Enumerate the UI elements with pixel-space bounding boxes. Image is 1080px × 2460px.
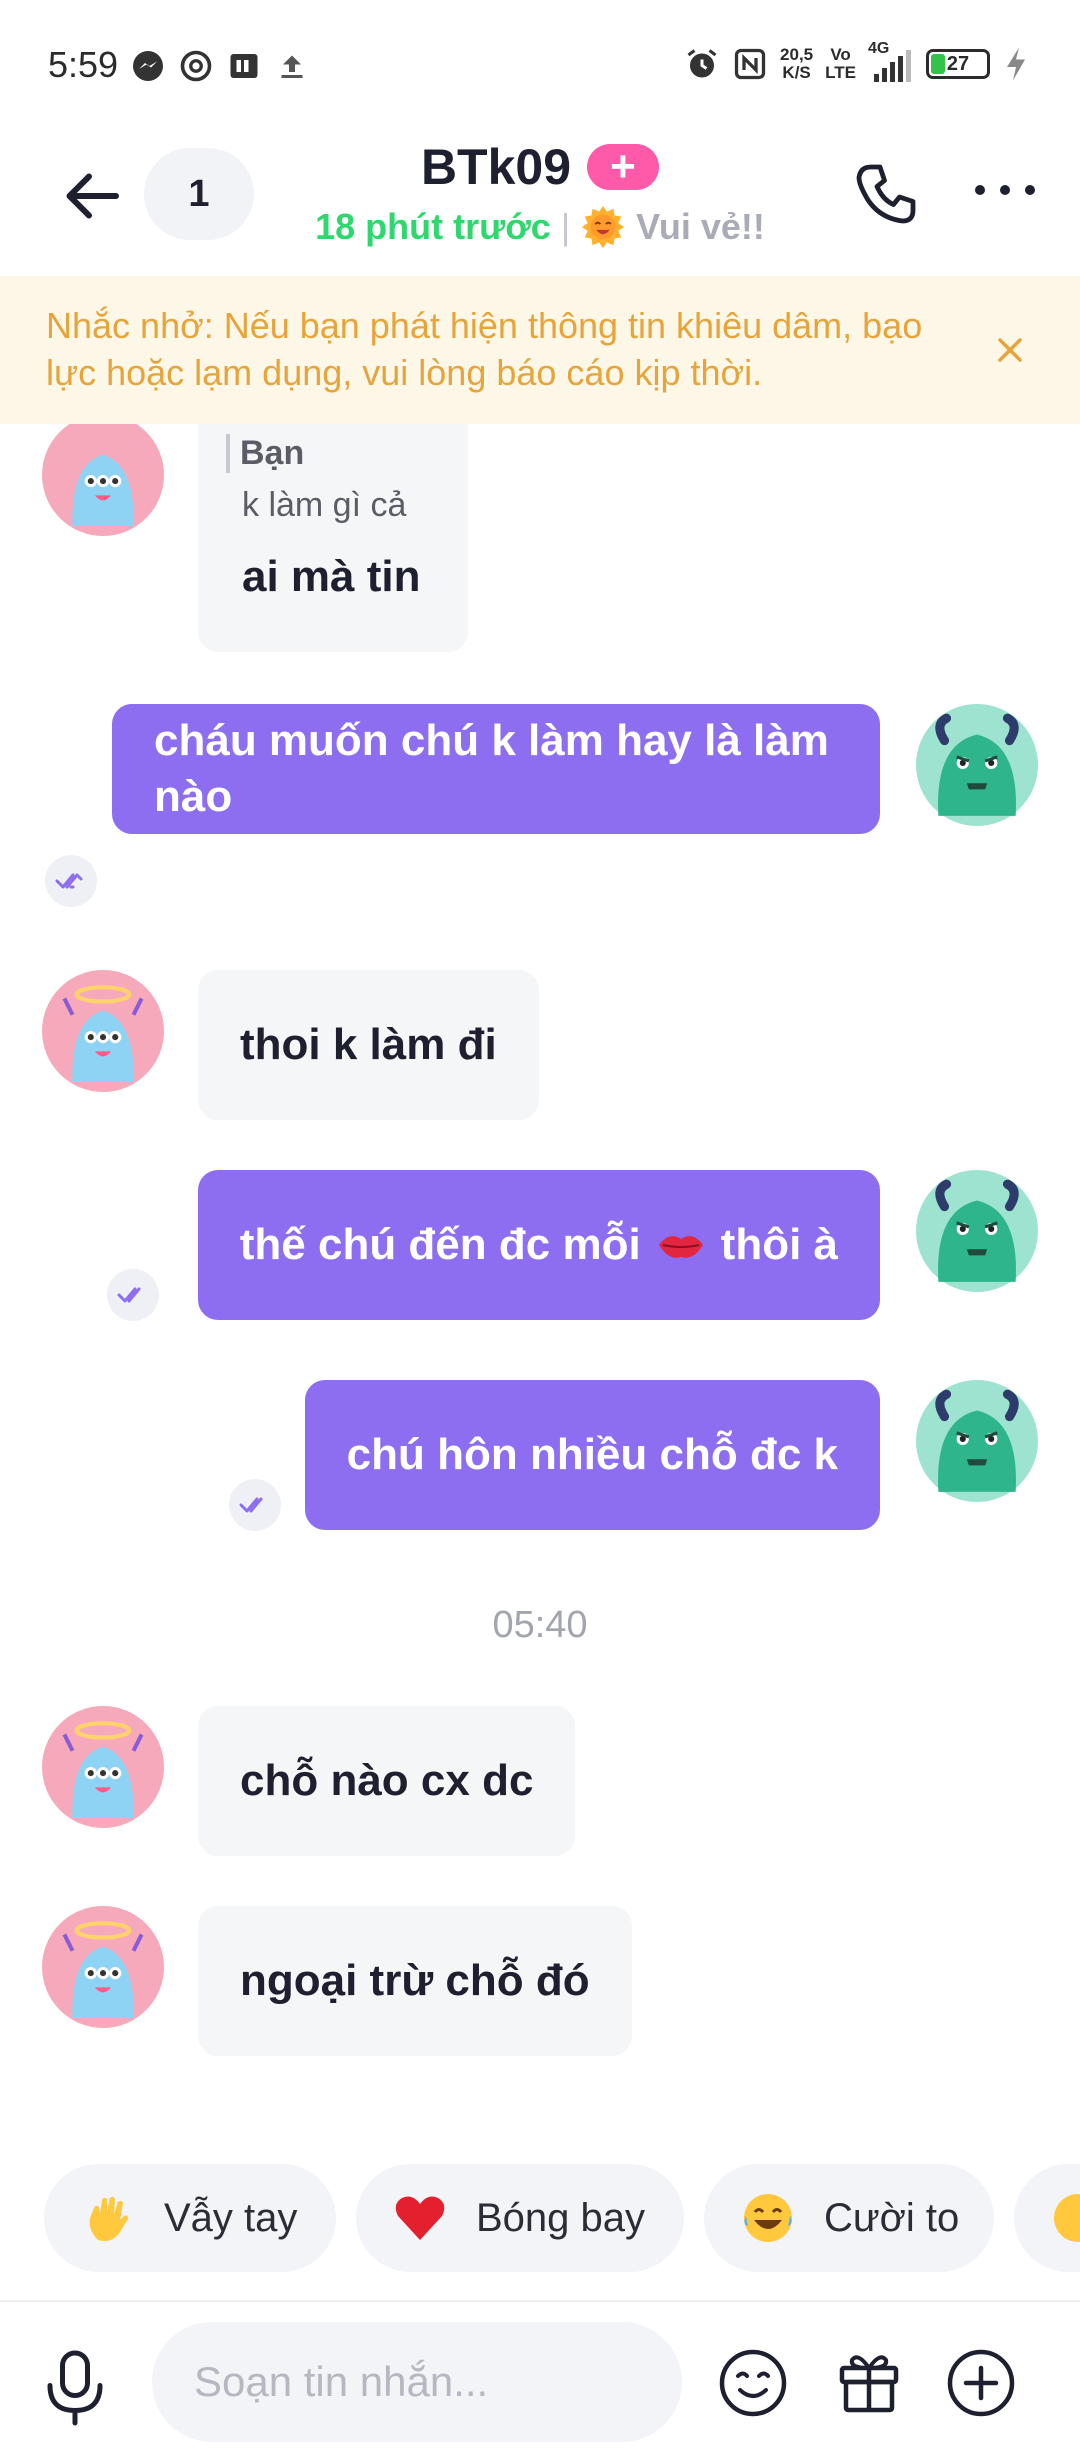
quick-reaction-chip[interactable]: Bóng bay xyxy=(356,2164,684,2272)
volte-bottom: LTE xyxy=(825,63,856,82)
message-composer xyxy=(0,2300,1080,2460)
message-text: ngoại trừ chỗ đó xyxy=(240,1956,590,2005)
net-speed-unit: K/S xyxy=(782,63,811,82)
alarm-icon xyxy=(687,49,717,78)
quoted-text: k làm gì cả xyxy=(242,486,407,524)
outgoing-message[interactable]: thế chú đến đc mỗi thôi à xyxy=(197,1170,880,1320)
net-speed-value: 20,5 xyxy=(780,45,814,64)
waving-hand-icon xyxy=(89,2196,128,2241)
outgoing-message[interactable]: cháu muốn chú k làm hay là làm nào xyxy=(112,704,880,834)
close-icon[interactable] xyxy=(980,320,1040,380)
chat-title[interactable]: BTk09 xyxy=(421,138,571,196)
microphone-icon[interactable] xyxy=(40,2348,110,2428)
contact-avatar[interactable] xyxy=(42,1906,164,2028)
quick-reaction-chip[interactable]: Vẫy tay xyxy=(44,2164,336,2272)
chip-label: Bóng bay xyxy=(476,2195,646,2240)
app-icon xyxy=(230,54,258,78)
incoming-quoted-message[interactable]: Bạn k làm gì cả ai mà tin xyxy=(198,424,468,652)
message-list[interactable]: Bạn k làm gì cả ai mà tin cháu muốn chú … xyxy=(0,424,1080,2124)
incoming-message[interactable]: thoi k làm đi xyxy=(198,970,539,1120)
battery-fill xyxy=(931,54,945,74)
status-bar: 5:59 20,5 K/S Vo LTE 4G 27 xyxy=(0,0,1080,130)
add-icon[interactable] xyxy=(944,2346,1018,2420)
signal-icon: 4G xyxy=(868,40,914,84)
reply-text: ai mà tin xyxy=(242,552,421,601)
gift-icon[interactable] xyxy=(832,2344,906,2418)
read-receipt-icon xyxy=(229,1479,281,1531)
emoji-icon[interactable] xyxy=(716,2346,790,2420)
read-receipt-icon xyxy=(107,1269,159,1321)
contact-avatar[interactable] xyxy=(42,970,164,1092)
charging-icon xyxy=(1007,47,1025,81)
quick-reaction-chip-partial[interactable] xyxy=(1014,2164,1080,2272)
happy-face-icon xyxy=(582,205,625,249)
message-input-container[interactable] xyxy=(152,2322,682,2442)
volte-indicator: Vo LTE xyxy=(825,46,856,82)
report-reminder-banner: Nhắc nhở: Nếu bạn phát hiện thông tin kh… xyxy=(0,276,1080,424)
message-text: chỗ nào cx dc xyxy=(240,1756,534,1805)
kiss-mark-icon xyxy=(658,1236,703,1258)
upload-icon xyxy=(281,55,303,78)
phone-icon[interactable] xyxy=(850,158,922,230)
mood-text: Vui vẻ!! xyxy=(636,206,765,247)
chip-label: Vẫy tay xyxy=(164,2195,298,2240)
quick-reaction-chip[interactable]: Cười to xyxy=(704,2164,994,2272)
status-separator: | xyxy=(560,206,571,247)
my-avatar[interactable] xyxy=(916,704,1038,826)
quoted-sender: Bạn xyxy=(226,434,304,473)
message-text: thoi k làm đi xyxy=(240,1020,497,1069)
add-friend-badge[interactable]: + xyxy=(587,144,660,190)
status-right: 20,5 K/S Vo LTE 4G 27 xyxy=(684,40,1030,86)
laughing-face-icon xyxy=(744,2194,792,2242)
battery-level: 27 xyxy=(946,52,970,75)
threads-icon xyxy=(180,50,212,82)
volte-top: Vo xyxy=(830,45,851,64)
last-seen-text: 18 phút trước xyxy=(315,206,551,247)
emoji-face-icon xyxy=(1054,2194,1080,2242)
net-speed: 20,5 K/S xyxy=(780,46,813,82)
more-options-icon[interactable] xyxy=(970,170,1040,210)
incoming-message[interactable]: ngoại trừ chỗ đó xyxy=(198,1906,632,2056)
message-text-before: thế chú đến đc mỗi xyxy=(239,1220,641,1269)
heart-balloon-icon xyxy=(395,2196,445,2240)
chip-label: Cười to xyxy=(824,2195,960,2240)
reminder-text: Nhắc nhở: Nếu bạn phát hiện thông tin kh… xyxy=(46,305,923,393)
contact-avatar[interactable] xyxy=(42,424,164,536)
message-text: chú hôn nhiều chỗ đc k xyxy=(346,1430,838,1479)
time-separator: 05:40 xyxy=(492,1604,588,1646)
messenger-icon xyxy=(133,51,163,81)
incoming-message[interactable]: chỗ nào cx dc xyxy=(198,1706,576,1856)
quick-reaction-row[interactable]: Vẫy tay Bóng bay Cười to xyxy=(44,2164,1080,2272)
outgoing-message[interactable]: chú hôn nhiều chỗ đc k xyxy=(304,1380,880,1530)
contact-avatar[interactable] xyxy=(42,1706,164,1828)
my-avatar[interactable] xyxy=(916,1380,1038,1502)
message-input[interactable] xyxy=(152,2322,682,2442)
chat-header: 1 BTk09 + 18 phút trước | Vui vẻ!! xyxy=(0,130,1080,276)
read-receipt-icon xyxy=(45,855,97,907)
message-text-after: thôi à xyxy=(720,1220,838,1269)
battery-icon: 27 xyxy=(926,49,990,79)
status-time: 5:59 xyxy=(48,44,119,85)
message-text: cháu muốn chú k làm hay là làm nào xyxy=(154,716,829,821)
my-avatar[interactable] xyxy=(916,1170,1038,1292)
nfc-icon xyxy=(734,48,766,80)
